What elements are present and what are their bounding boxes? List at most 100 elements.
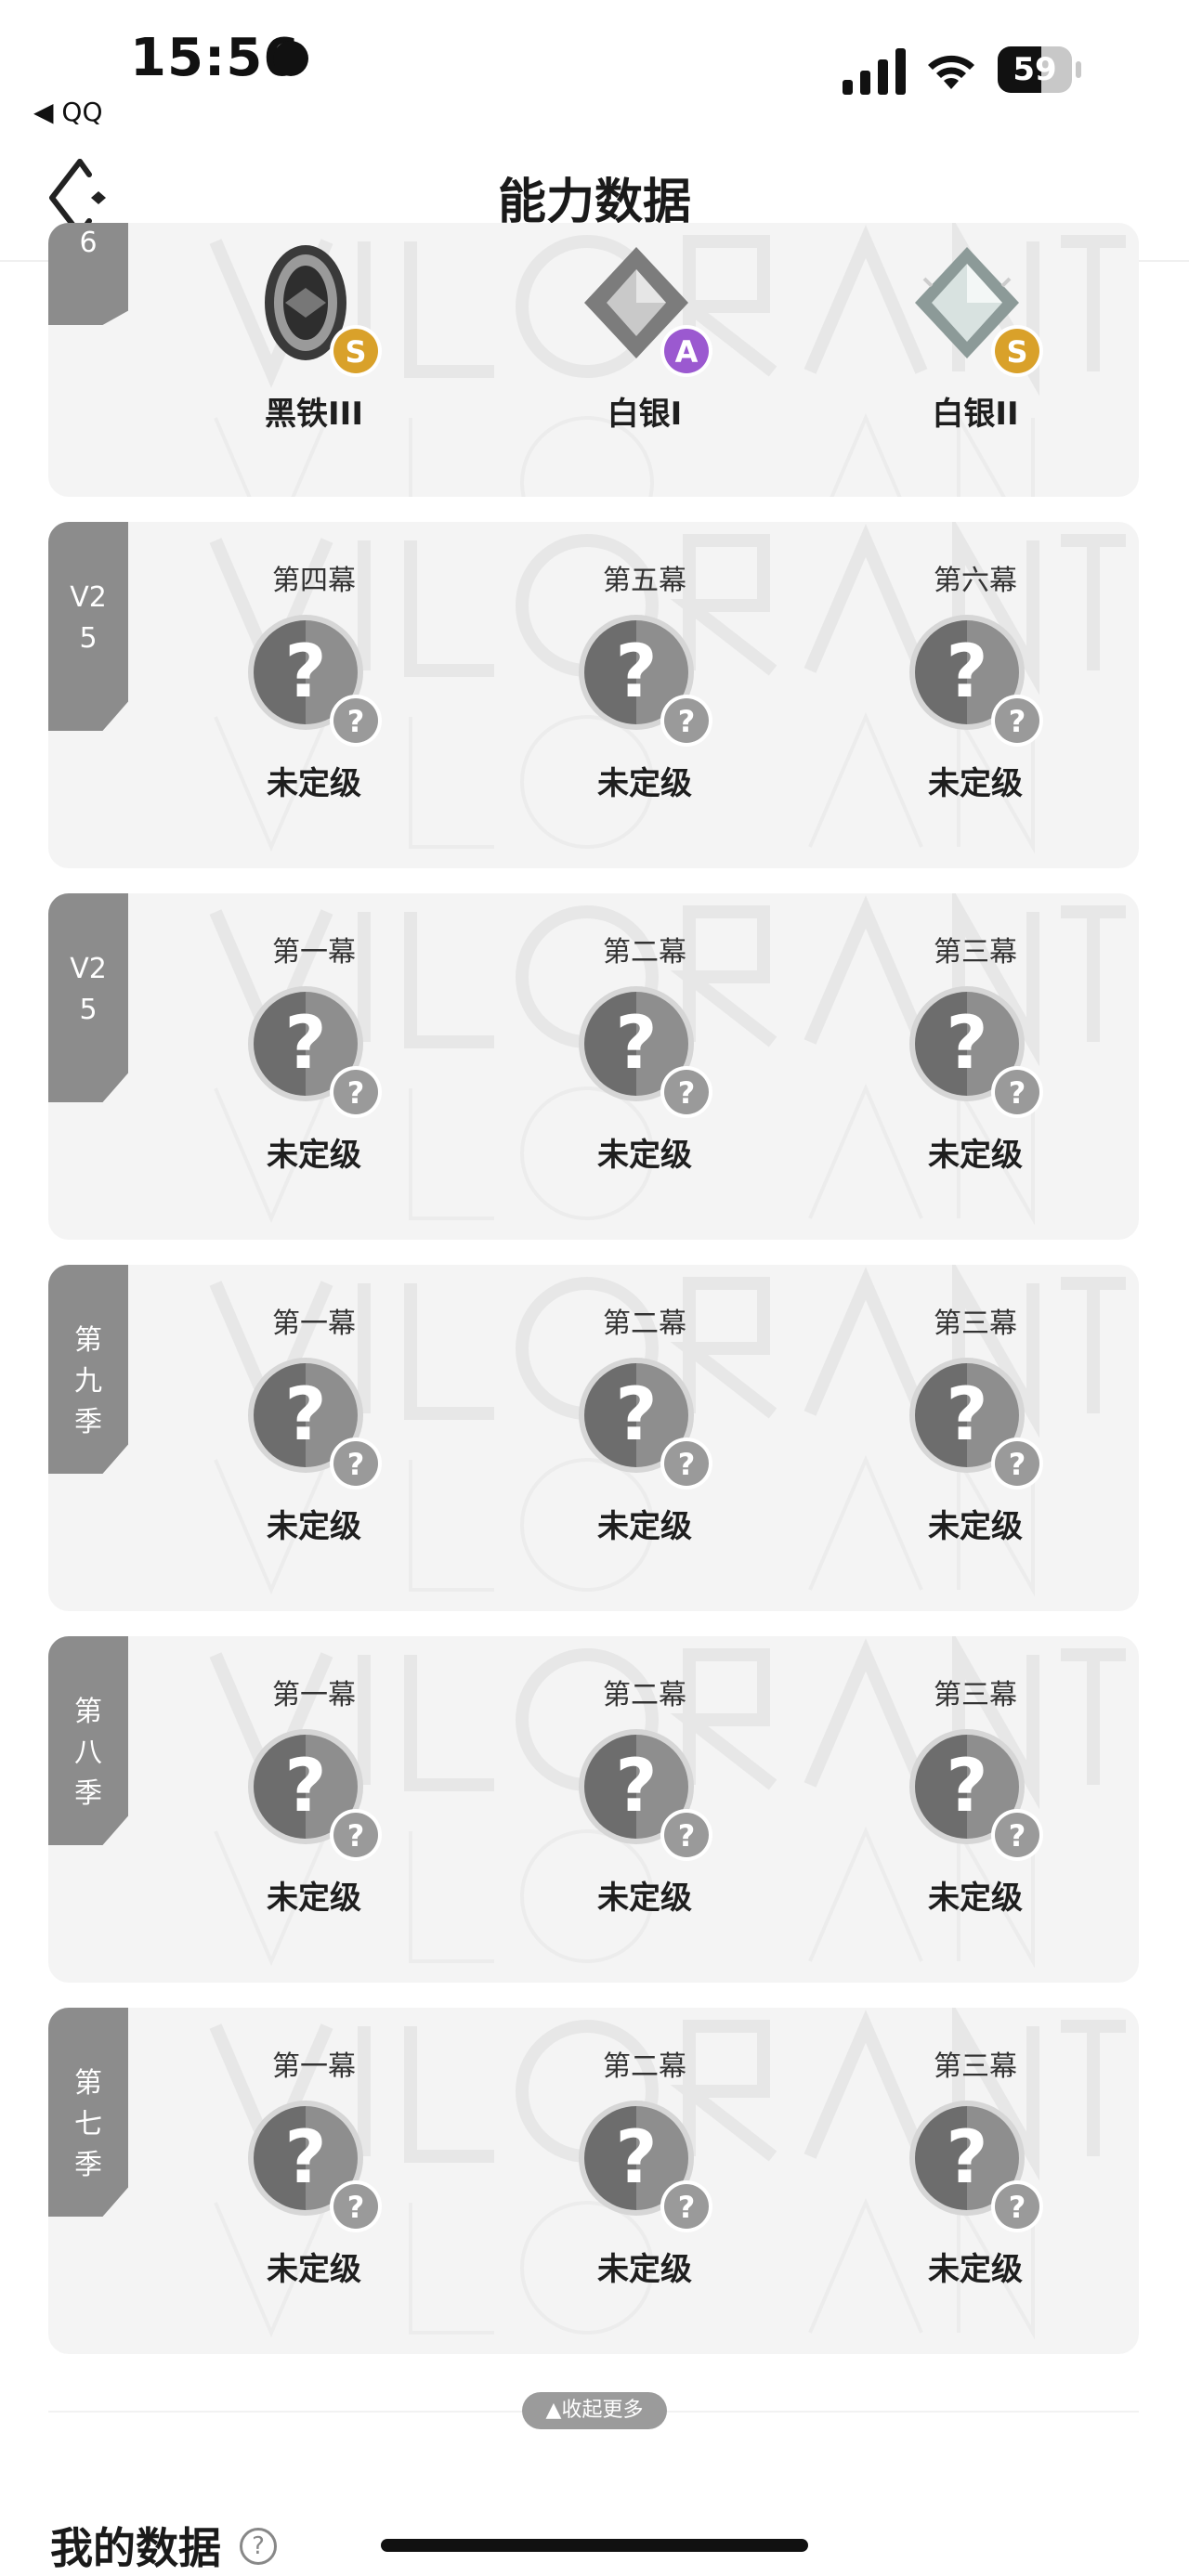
svg-text:?: ? — [615, 1745, 657, 1828]
my-data-section-title: 我的数据 — [50, 2523, 221, 2573]
act-label: 第四幕 — [272, 565, 356, 597]
svg-text:?: ? — [615, 2116, 657, 2200]
unranked-emblem-icon: ?? — [575, 982, 714, 1122]
season-tag-text: 第 — [74, 2067, 102, 2100]
status-bar: 15:56 ◀ QQ 59 — [0, 0, 1189, 139]
svg-text:?: ? — [1009, 1818, 1026, 1854]
rank-label: 未定级 — [928, 2251, 1023, 2288]
rank-label: 未定级 — [267, 1508, 361, 1545]
svg-text:?: ? — [678, 2190, 696, 2225]
rank-label: 白银I — [607, 396, 683, 433]
rank-slot[interactable]: S 白银II — [873, 232, 1078, 434]
svg-text:?: ? — [678, 1447, 696, 1482]
recording-dot-icon — [273, 41, 308, 76]
season-card: 第九季 第一幕?? 未定级 第二幕?? 未定级 第三幕?? 未定级 — [48, 1265, 1139, 1611]
rank-label: 未定级 — [597, 1880, 692, 1917]
wifi-icon — [928, 55, 974, 89]
rank-slot[interactable]: 第二幕?? 未定级 — [542, 932, 747, 1175]
page-title: 能力数据 — [497, 175, 691, 230]
svg-text:?: ? — [284, 2116, 326, 2200]
svg-text:?: ? — [1009, 1075, 1026, 1111]
rank-slot[interactable]: 第一幕?? 未定级 — [212, 2047, 416, 2289]
svg-text:S: S — [1006, 334, 1027, 370]
rank-label: 未定级 — [597, 765, 692, 802]
season-tag: 第七季 — [48, 2008, 128, 2217]
unranked-emblem-icon: ?? — [575, 611, 714, 750]
rank-slot[interactable]: 第四幕?? 未定级 — [212, 561, 416, 803]
cellular-signal-icon — [843, 48, 906, 95]
unranked-emblem-icon: ?? — [906, 1354, 1045, 1493]
rank-slot[interactable]: 第六幕?? 未定级 — [873, 561, 1078, 803]
rank-slot[interactable]: 第一幕?? 未定级 — [212, 932, 416, 1175]
svg-text:A: A — [675, 334, 699, 370]
rank-slot[interactable]: 第三幕?? 未定级 — [873, 2047, 1078, 2289]
svg-text:?: ? — [946, 631, 987, 714]
rank-label: 白银II — [932, 396, 1019, 433]
rank-slot[interactable]: 第三幕?? 未定级 — [873, 932, 1078, 1175]
rank-label: 未定级 — [928, 765, 1023, 802]
home-indicator[interactable] — [381, 2539, 808, 2552]
rank-slot[interactable]: 第二幕?? 未定级 — [542, 1304, 747, 1546]
rank-slot[interactable]: S 黑铁III — [212, 232, 416, 434]
svg-text:?: ? — [1009, 2190, 1026, 2225]
svg-text:?: ? — [946, 1745, 987, 1828]
svg-text:?: ? — [284, 1745, 326, 1828]
season-tag: 第八季 — [48, 1636, 128, 1845]
season-tag: 第九季 — [48, 1265, 128, 1474]
season-tag-text: 第 — [74, 1696, 102, 1728]
act-label: 第一幕 — [272, 2050, 356, 2083]
svg-text:?: ? — [284, 1002, 326, 1086]
season-tag-text: 季 — [74, 1777, 102, 1810]
rank-slot[interactable]: 第三幕?? 未定级 — [873, 1675, 1078, 1918]
rank-slot[interactable]: 第五幕?? 未定级 — [542, 561, 747, 803]
act-label: 第三幕 — [934, 1308, 1017, 1340]
season-card: V2 5 第一幕?? 未定级 第二幕?? 未定级 第三幕?? 未定级 — [48, 893, 1139, 1240]
svg-text:?: ? — [946, 1002, 987, 1086]
unranked-emblem-icon: ?? — [906, 982, 1045, 1122]
rank-label: 未定级 — [928, 1508, 1023, 1545]
rank-label: 未定级 — [267, 2251, 361, 2288]
svg-text:?: ? — [347, 1447, 365, 1482]
unranked-emblem-icon: ?? — [575, 1725, 714, 1865]
rank-label: 未定级 — [597, 2251, 692, 2288]
rank-slot[interactable]: 第三幕?? 未定级 — [873, 1304, 1078, 1546]
season-card: 第七季 第一幕?? 未定级 第二幕?? 未定级 第三幕?? 未定级 — [48, 2008, 1139, 2354]
season-tag-text: 季 — [74, 2149, 102, 2181]
svg-text:?: ? — [347, 2190, 365, 2225]
rank-slot[interactable]: A 白银I — [542, 232, 747, 434]
back-to-app-link[interactable]: ◀ QQ — [33, 97, 103, 127]
battery-icon: 59 — [998, 46, 1083, 95]
rank-emblem-icon: A — [575, 241, 714, 381]
unranked-emblem-icon: ?? — [906, 2097, 1045, 2236]
rank-slot[interactable]: 第二幕?? 未定级 — [542, 2047, 747, 2289]
act-label: 第一幕 — [272, 1308, 356, 1340]
rank-label: 未定级 — [597, 1137, 692, 1174]
svg-text:?: ? — [1009, 1447, 1026, 1482]
season-tag-text: 5 — [79, 994, 98, 1026]
rank-emblem-icon: S — [906, 241, 1045, 381]
svg-text:?: ? — [946, 2116, 987, 2200]
season-tag-text: V2 — [70, 581, 107, 614]
svg-text:?: ? — [678, 1818, 696, 1854]
rank-label: 黑铁III — [265, 396, 363, 433]
season-tag-text: 季 — [74, 1406, 102, 1438]
season-tag-text: 5 — [79, 622, 98, 655]
act-label: 第二幕 — [603, 2050, 686, 2083]
act-label: 第五幕 — [603, 565, 686, 597]
unranked-emblem-icon: ?? — [244, 982, 384, 1122]
season-tag-text: V2 — [70, 953, 107, 985]
svg-text:?: ? — [1009, 704, 1026, 739]
help-icon[interactable]: ? — [240, 2528, 277, 2565]
rank-emblem-icon: S — [244, 241, 384, 381]
rank-slot[interactable]: 第二幕?? 未定级 — [542, 1675, 747, 1918]
svg-text:?: ? — [615, 1373, 657, 1457]
svg-text:?: ? — [678, 1075, 696, 1111]
season-card: V2 5 第四幕?? 未定级 第五幕?? 未定级 第六幕?? 未定级 — [48, 522, 1139, 868]
svg-text:?: ? — [347, 1818, 365, 1854]
act-label: 第三幕 — [934, 1679, 1017, 1711]
rank-slot[interactable]: 第一幕?? 未定级 — [212, 1675, 416, 1918]
collapse-more-button[interactable]: ▲收起更多 — [522, 2392, 667, 2429]
rank-slot[interactable]: 第一幕?? 未定级 — [212, 1304, 416, 1546]
act-label: 第二幕 — [603, 1308, 686, 1340]
svg-text:?: ? — [347, 704, 365, 739]
